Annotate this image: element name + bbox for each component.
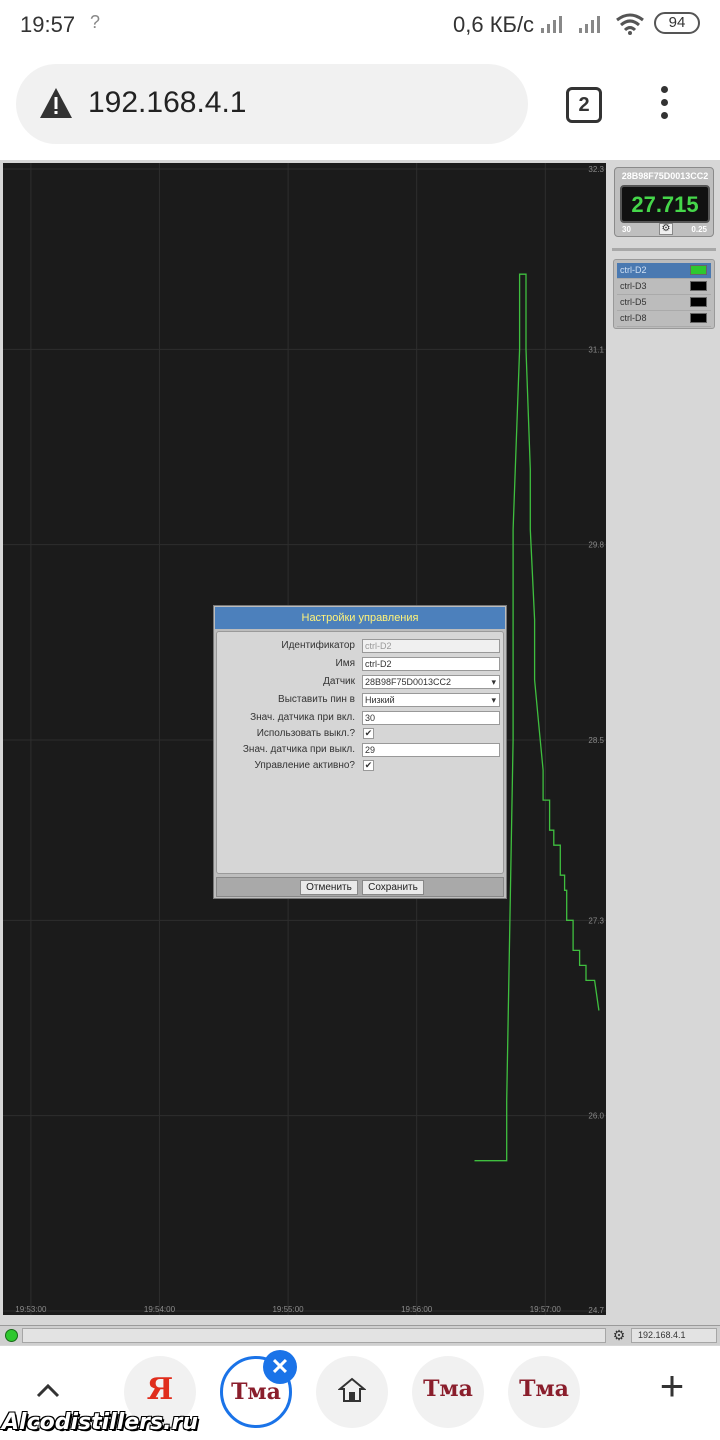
field-label: Использовать выкл.? bbox=[256, 728, 355, 739]
dialog-body: Идентификатор ctrl-D2 Имя ctrl-D2 Датчик… bbox=[216, 631, 504, 874]
control-toggle[interactable] bbox=[690, 313, 707, 323]
gauge-min: 30 bbox=[622, 225, 631, 234]
control-toggle[interactable] bbox=[690, 265, 707, 275]
control-toggle[interactable] bbox=[690, 297, 707, 307]
field-pin: Выставить пин в Низкий bbox=[217, 693, 505, 709]
active-checkbox[interactable]: ✔ bbox=[363, 760, 374, 771]
control-label: ctrl-D8 bbox=[620, 313, 647, 323]
sensor-gauge: 28B98F75D0013CC2 27.715 30 ⚙ 0.25 bbox=[614, 167, 714, 237]
device-ip: 192.168.4.1 bbox=[631, 1328, 717, 1343]
field-sensor: Датчик 28B98F75D0013CC2 bbox=[217, 675, 505, 691]
house-icon bbox=[338, 1377, 366, 1402]
y-tick-label: 26.0 bbox=[588, 1112, 604, 1121]
field-active: Управление активно? ✔ bbox=[217, 759, 505, 775]
gauge-step: 0.25 bbox=[691, 225, 707, 234]
battery-icon: 94 bbox=[654, 12, 700, 34]
y-tick-label: 27.3 bbox=[588, 916, 604, 925]
y-tick-label: 29.8 bbox=[588, 541, 604, 550]
field-name: Имя ctrl-D2 bbox=[217, 657, 505, 673]
status-time: 19:57 bbox=[20, 12, 76, 37]
gauge-gear-icon[interactable]: ⚙ bbox=[659, 223, 673, 235]
signal-icon bbox=[541, 16, 562, 33]
tab-thumb-tma-3[interactable]: Тма bbox=[508, 1356, 580, 1428]
control-toggle[interactable] bbox=[690, 281, 707, 291]
dialog-title: Настройки управления bbox=[215, 607, 505, 629]
tma-icon: Тма bbox=[519, 1376, 569, 1402]
gauge-sensor-id: 28B98F75D0013CC2 bbox=[621, 171, 709, 181]
sensor-select[interactable]: 28B98F75D0013CC2 bbox=[362, 675, 500, 689]
warning-icon[interactable] bbox=[38, 86, 74, 120]
wifi-icon bbox=[616, 13, 644, 35]
url-text[interactable]: 192.168.4.1 bbox=[88, 86, 246, 120]
field-label: Имя bbox=[335, 658, 355, 669]
id-input: ctrl-D2 bbox=[362, 639, 500, 653]
control-settings-dialog: Настройки управления Идентификатор ctrl-… bbox=[213, 605, 507, 899]
tab-thumb-home[interactable] bbox=[316, 1356, 388, 1428]
field-label: Управление активно? bbox=[254, 760, 355, 771]
control-item-d3[interactable]: ctrl-D3 bbox=[617, 279, 711, 295]
tab-switcher-button[interactable]: 2 bbox=[566, 87, 602, 123]
off-value-input[interactable]: 29 bbox=[362, 743, 500, 757]
x-tick-label: 19:53:00 bbox=[15, 1305, 47, 1314]
pin-level-select[interactable]: Низкий bbox=[362, 693, 500, 707]
field-use-off: Использовать выкл.? ✔ bbox=[217, 727, 505, 743]
control-list: ctrl-D2 ctrl-D3 ctrl-D5 ctrl-D8 bbox=[613, 259, 715, 329]
y-tick-label: 24.7 bbox=[588, 1306, 604, 1315]
wifi-assist-icon: ? bbox=[90, 12, 101, 32]
y-tick-label: 28.5 bbox=[588, 736, 604, 745]
x-tick-label: 19:55:00 bbox=[272, 1305, 304, 1314]
gauge-value: 27.715 bbox=[631, 192, 699, 217]
control-label: ctrl-D3 bbox=[620, 281, 647, 291]
yandex-icon: Я bbox=[146, 1372, 174, 1407]
address-bar[interactable]: 192.168.4.1 bbox=[16, 64, 528, 144]
cancel-button[interactable]: Отменить bbox=[300, 880, 358, 895]
y-tick-label: 31.1 bbox=[588, 345, 604, 354]
y-tick-label: 32.3 bbox=[588, 165, 604, 174]
watermark: Alcodistillers.ru bbox=[2, 1410, 198, 1435]
control-item-d2[interactable]: ctrl-D2 bbox=[617, 263, 711, 279]
network-speed: 0,6 КБ/с bbox=[453, 12, 535, 37]
settings-gear-icon[interactable]: ⚙ bbox=[610, 1327, 628, 1343]
control-item-d8[interactable]: ctrl-D8 bbox=[617, 311, 711, 327]
field-label: Знач. датчика при выкл. bbox=[242, 744, 355, 755]
field-label: Выставить пин в bbox=[278, 694, 355, 705]
field-label: Датчик bbox=[323, 676, 355, 687]
field-off-value: Знач. датчика при выкл. 29 bbox=[217, 743, 505, 759]
new-tab-button[interactable]: + bbox=[654, 1365, 690, 1407]
control-label: ctrl-D2 bbox=[620, 265, 647, 275]
signal-icon-2 bbox=[579, 16, 600, 33]
save-button[interactable]: Сохранить bbox=[362, 880, 424, 895]
connection-status-icon bbox=[5, 1329, 18, 1342]
status-bar: 19:57 ? 0,6 КБ/с 94 bbox=[0, 0, 720, 50]
x-tick-label: 19:56:00 bbox=[401, 1305, 433, 1314]
field-label: Идентификатор bbox=[281, 640, 355, 651]
field-id: Идентификатор ctrl-D2 bbox=[217, 639, 505, 655]
x-tick-label: 19:54:00 bbox=[144, 1305, 176, 1314]
use-off-checkbox[interactable]: ✔ bbox=[363, 728, 374, 739]
control-item-d5[interactable]: ctrl-D5 bbox=[617, 295, 711, 311]
gauge-display: 27.715 bbox=[620, 185, 710, 223]
on-value-input[interactable]: 30 bbox=[362, 711, 500, 725]
chevron-up-icon[interactable] bbox=[36, 1380, 60, 1400]
chart-scrollbar[interactable] bbox=[22, 1328, 606, 1343]
app-footer: ⚙ 192.168.4.1 bbox=[0, 1325, 720, 1345]
divider bbox=[612, 248, 716, 251]
close-tab-icon[interactable]: ✕ bbox=[263, 1350, 297, 1384]
tab-thumb-tma-2[interactable]: Тма bbox=[412, 1356, 484, 1428]
x-tick-label: 19:57:00 bbox=[530, 1305, 562, 1314]
name-input[interactable]: ctrl-D2 bbox=[362, 657, 500, 671]
dialog-footer: Отменить Сохранить bbox=[216, 877, 504, 897]
field-on-value: Знач. датчика при вкл. 30 bbox=[217, 711, 505, 727]
control-label: ctrl-D5 bbox=[620, 297, 647, 307]
field-label: Знач. датчика при вкл. bbox=[250, 712, 355, 723]
tma-icon: Тма bbox=[423, 1376, 473, 1402]
more-menu-icon[interactable] bbox=[652, 86, 676, 126]
